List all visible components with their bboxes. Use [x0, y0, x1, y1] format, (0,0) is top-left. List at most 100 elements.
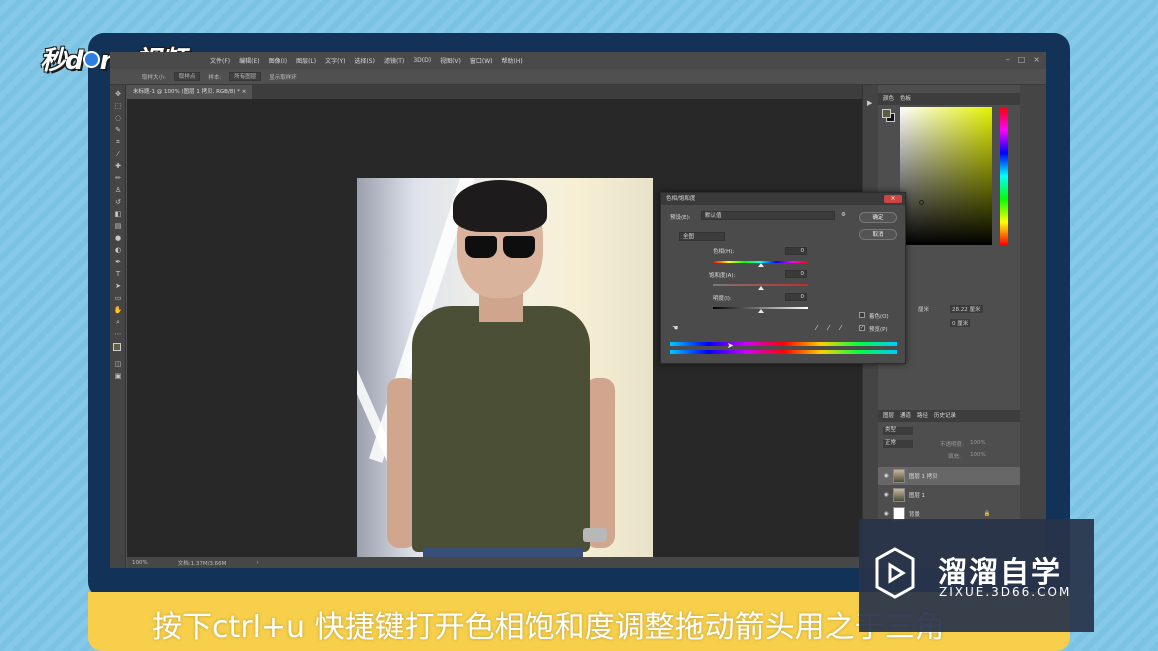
tab-paths[interactable]: 路径 [917, 410, 928, 422]
color-picker-cursor[interactable] [919, 200, 924, 205]
tab-color[interactable]: 颜色 [883, 93, 894, 105]
menu-layer[interactable]: 图层(L) [296, 56, 316, 65]
menu-image[interactable]: 图像(I) [269, 56, 287, 65]
eyedropper-plus-icon[interactable]: ⁄ [828, 324, 829, 332]
fill-value[interactable]: 100% [970, 452, 986, 458]
hand-tool-icon[interactable]: ✋ [113, 305, 123, 315]
layer-thumbnail [892, 469, 905, 483]
cancel-button[interactable]: 取消 [859, 229, 897, 240]
eye-icon[interactable]: ◉ [884, 492, 889, 498]
screen-mode-icon[interactable]: ▣ [113, 371, 123, 381]
eye-icon[interactable]: ◉ [884, 473, 889, 479]
lightness-value-field[interactable]: 0 [785, 293, 807, 301]
menu-file[interactable]: 文件(F) [210, 56, 230, 65]
tab-swatches[interactable]: 色板 [900, 93, 911, 105]
blur-tool-icon[interactable]: ● [113, 233, 123, 243]
close-icon[interactable]: × [1033, 55, 1040, 64]
layer-kind-filter[interactable]: 类型 [883, 427, 913, 435]
minimize-icon[interactable]: – [1006, 55, 1010, 64]
marquee-tool-icon[interactable]: ⬚ [113, 101, 123, 111]
tab-history[interactable]: 历史记录 [934, 410, 956, 422]
shape-tool-icon[interactable]: ▭ [113, 293, 123, 303]
close-tab-icon[interactable]: × [242, 89, 247, 95]
dialog-close-button[interactable]: × [884, 195, 902, 203]
quick-mask-icon[interactable]: ◫ [113, 359, 123, 369]
maximize-icon[interactable]: □ [1018, 55, 1026, 64]
menu-window[interactable]: 窗口(W) [470, 56, 493, 65]
eye-icon[interactable]: ◉ [884, 511, 889, 517]
w-unit: 厘米 [918, 307, 930, 313]
layer-row[interactable]: ◉ 图层 1 拷贝 [878, 467, 1020, 485]
type-tool-icon[interactable]: T [113, 269, 123, 279]
zoom-level[interactable]: 100% [132, 560, 148, 566]
layer-name: 图层 1 拷贝 [908, 474, 938, 480]
crop-tool-icon[interactable]: ⌗ [113, 137, 123, 147]
eyedropper-tool-icon[interactable]: ⁄ [113, 149, 123, 159]
gradient-tool-icon[interactable]: ▤ [113, 221, 123, 231]
pen-tool-icon[interactable]: ✒ [113, 257, 123, 267]
output-color-bar [670, 350, 897, 354]
play-logo-icon [875, 547, 915, 599]
dialog-title: 色相/饱和度 [661, 193, 905, 205]
y-field[interactable]: 0 厘米 [950, 319, 971, 327]
healing-tool-icon[interactable]: ✚ [113, 161, 123, 171]
layers-panel-tabs: 图层 通道 路径 历史记录 [878, 410, 1020, 422]
channel-select[interactable]: 全图 [679, 232, 725, 241]
sample-size-select[interactable]: 取样点 [173, 72, 201, 81]
lightness-label: 明度(I): [713, 296, 732, 302]
menu-type[interactable]: 文字(Y) [325, 56, 345, 65]
eraser-tool-icon[interactable]: ◧ [113, 209, 123, 219]
preview-label: 预览(P) [869, 327, 888, 333]
saturation-slider-thumb[interactable] [757, 286, 764, 290]
lasso-tool-icon[interactable]: ◌ [113, 113, 123, 123]
menu-edit[interactable]: 编辑(E) [239, 56, 259, 65]
input-color-bar [670, 342, 897, 346]
layer-row[interactable]: ◉ 图层 1 [878, 486, 1020, 504]
preset-select[interactable]: 默认值 [701, 211, 835, 220]
quick-select-tool-icon[interactable]: ✎ [113, 125, 123, 135]
path-select-tool-icon[interactable]: ➤ [113, 281, 123, 291]
blend-mode-select[interactable]: 正常 [883, 440, 913, 448]
hue-slider[interactable] [1000, 107, 1008, 245]
zoom-tool-icon[interactable]: ⌕ [113, 317, 123, 327]
colorize-checkbox[interactable] [859, 312, 865, 318]
menu-select[interactable]: 选择(S) [354, 56, 375, 65]
tab-channels[interactable]: 通道 [900, 410, 911, 422]
lightness-slider-thumb[interactable] [757, 309, 764, 313]
foreground-swatch-panel[interactable] [882, 109, 891, 118]
menu-help[interactable]: 帮助(H) [502, 56, 523, 65]
document-tab[interactable]: 未标题-1 @ 100% (图层 1 拷贝, RGB/8) * × [127, 85, 253, 99]
hue-slider-thumb[interactable] [757, 263, 764, 267]
hand-adjust-icon[interactable]: ☚ [672, 324, 678, 332]
opacity-value[interactable]: 100% [970, 440, 986, 446]
history-brush-tool-icon[interactable]: ↺ [113, 197, 123, 207]
sample-select[interactable]: 所有图层 [229, 72, 262, 81]
dodge-tool-icon[interactable]: ◐ [113, 245, 123, 255]
status-arrow-icon[interactable]: › [256, 560, 258, 566]
preset-options-icon[interactable]: ⚙ [841, 212, 846, 218]
hue-value-field[interactable]: 0 [785, 247, 807, 255]
eyedropper-minus-icon[interactable]: ⁄ [840, 324, 841, 332]
layer-name: 背景 [908, 512, 920, 518]
h-field[interactable]: 28.22 厘米 [950, 305, 983, 313]
saturation-value-field[interactable]: 0 [785, 270, 807, 278]
menu-filter[interactable]: 滤镜(T) [384, 56, 404, 65]
tab-layers[interactable]: 图层 [883, 410, 894, 422]
preview-checkbox[interactable]: ✓ [859, 325, 865, 331]
preset-label: 预设(E): [670, 215, 691, 221]
brush-tool-icon[interactable]: ✏ [113, 173, 123, 183]
menu-3d[interactable]: 3D(D) [413, 57, 431, 64]
eyedropper-icon[interactable]: ⁄ [816, 324, 817, 332]
ok-button[interactable]: 确定 [859, 212, 897, 223]
sample-label: 样本: [208, 74, 222, 81]
color-picker-field[interactable] [900, 107, 992, 245]
more-tools-icon[interactable]: ⋯ [113, 329, 123, 339]
panel-dock [1020, 85, 1046, 568]
show-ring-checkbox[interactable]: 显示取样环 [269, 73, 297, 81]
move-tool-icon[interactable]: ✥ [113, 89, 123, 99]
play-icon[interactable]: ▶ [867, 99, 872, 107]
stamp-tool-icon[interactable]: ♙ [113, 185, 123, 195]
menu-view[interactable]: 视图(V) [440, 56, 461, 65]
doc-size: 文档:1.37M/3.66M [177, 560, 227, 567]
foreground-color-swatch[interactable] [113, 343, 121, 351]
